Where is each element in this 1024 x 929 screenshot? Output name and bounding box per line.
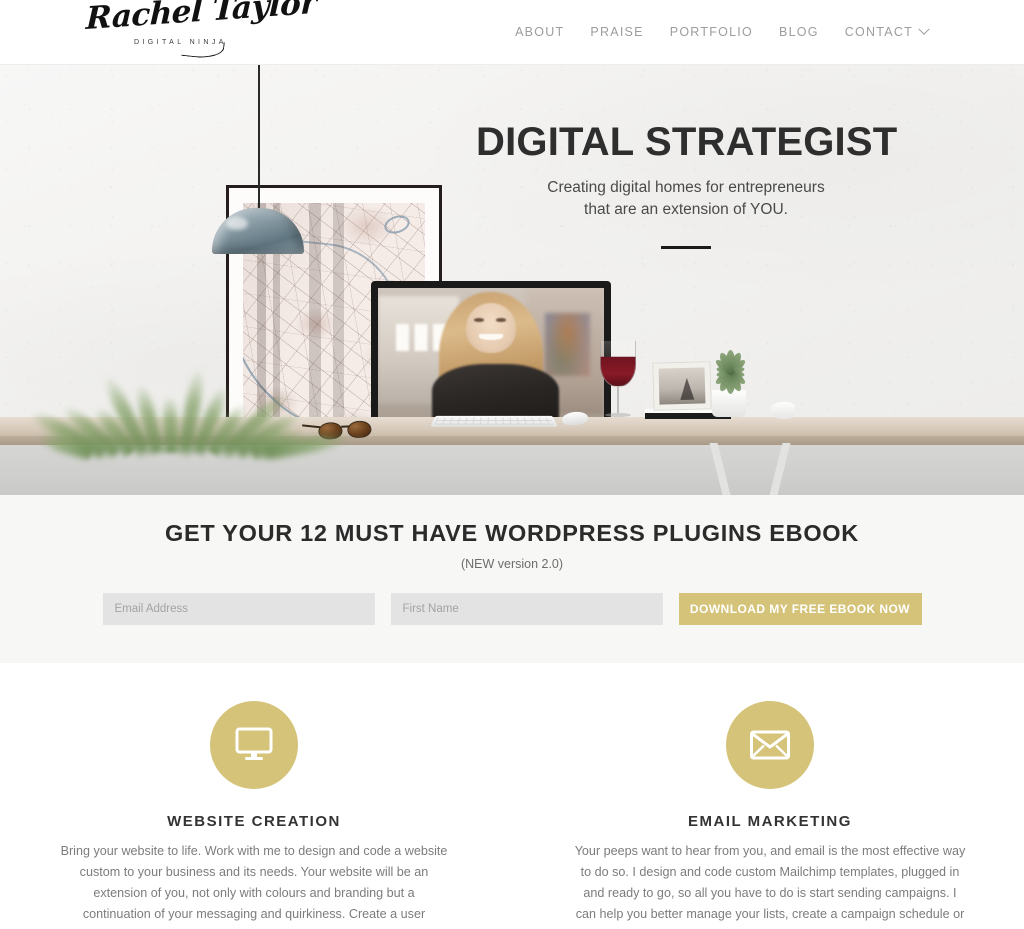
- photo-woman-eye-left: [474, 318, 485, 322]
- pendant-lamp-cord: [258, 65, 260, 213]
- monitor-icon: [235, 727, 273, 760]
- ceramic-bird-ornament: [770, 402, 803, 419]
- envelope-icon-badge: [726, 701, 814, 789]
- ebook-optin-section: GET YOUR 12 MUST HAVE WORDPRESS PLUGINS …: [0, 495, 1024, 663]
- eiffel-tower-photo: [658, 367, 706, 405]
- hero-text-block: DIGITAL STRATEGIST Creating digital home…: [476, 120, 898, 249]
- ceramic-bird-beak: [795, 405, 803, 411]
- eiffel-tower-shape: [679, 377, 695, 401]
- pendant-lamp-highlight: [226, 217, 248, 230]
- main-navigation: ABOUT PRAISE PORTFOLIO BLOG CONTACT: [515, 23, 930, 39]
- email-input[interactable]: [102, 593, 375, 625]
- service-email-marketing: EMAIL MARKETING Your peeps want to hear …: [572, 701, 968, 929]
- wine-glass: [600, 341, 636, 417]
- wine-glass-bowl: [600, 341, 636, 387]
- ebook-title: GET YOUR 12 MUST HAVE WORDPRESS PLUGINS …: [165, 520, 859, 546]
- site-header: Rachel Taylor DIGITAL NINJA ABOUT PRAISE…: [0, 0, 1024, 65]
- service-title: WEBSITE CREATION: [167, 813, 341, 830]
- photo-woman-face: [466, 303, 516, 353]
- hero-divider-rule: [661, 245, 711, 249]
- hero-subtitle: Creating digital homes for entrepreneurs…: [476, 177, 896, 222]
- monitor-icon-badge: [210, 701, 298, 789]
- hero-title: DIGITAL STRATEGIST: [476, 120, 898, 164]
- nav-item-blog[interactable]: BLOG: [779, 25, 819, 39]
- site-logo[interactable]: Rachel Taylor DIGITAL NINJA: [85, 0, 317, 62]
- ebook-subtitle: (NEW version 2.0): [460, 557, 564, 571]
- service-website-creation: WEBSITE CREATION Bring your website to l…: [56, 701, 452, 929]
- nav-item-contact[interactable]: CONTACT: [844, 23, 930, 39]
- envelope-icon: [750, 730, 790, 760]
- download-ebook-button[interactable]: DOWNLOAD MY FREE EBOOK NOW: [678, 593, 922, 625]
- nav-item-praise[interactable]: PRAISE: [590, 25, 643, 39]
- first-name-input[interactable]: [390, 593, 663, 625]
- imac-bezel: [371, 281, 611, 433]
- succulent-plant: [700, 349, 760, 395]
- wine-glass-base: [605, 413, 631, 417]
- photo-woman-eye-right: [495, 318, 506, 322]
- service-description: Bring your website to life. Work with me…: [60, 844, 448, 929]
- hero-subtitle-line2: that are an extension of YOU.: [584, 201, 788, 219]
- hero-subtitle-line1: Creating digital homes for entrepreneurs: [547, 179, 825, 196]
- logo-script-text: Rachel Taylor: [85, 0, 317, 38]
- fern-plant: [27, 343, 351, 461]
- photo-street-art: [545, 312, 591, 377]
- hero-section: DIGITAL STRATEGIST Creating digital home…: [0, 65, 1024, 495]
- service-title: EMAIL MARKETING: [688, 813, 852, 830]
- nav-item-about[interactable]: ABOUT: [515, 25, 564, 39]
- nav-item-portfolio[interactable]: PORTFOLIO: [670, 25, 753, 39]
- nav-item-contact-label: CONTACT: [844, 25, 913, 39]
- logo-swash-decoration: [181, 37, 225, 61]
- service-description: Your peeps want to hear from you, and em…: [574, 844, 966, 929]
- services-section: WEBSITE CREATION Bring your website to l…: [0, 663, 1024, 929]
- keyboard-keys: [434, 417, 554, 425]
- imac-screen-photo: [378, 288, 604, 426]
- wine-glass-stem: [617, 387, 619, 413]
- ebook-signup-form: DOWNLOAD MY FREE EBOOK NOW: [0, 593, 1024, 625]
- fern-frond: [161, 395, 179, 454]
- apple-keyboard: [430, 415, 558, 427]
- sunglasses-bridge: [341, 425, 350, 428]
- chevron-down-icon: [918, 23, 930, 35]
